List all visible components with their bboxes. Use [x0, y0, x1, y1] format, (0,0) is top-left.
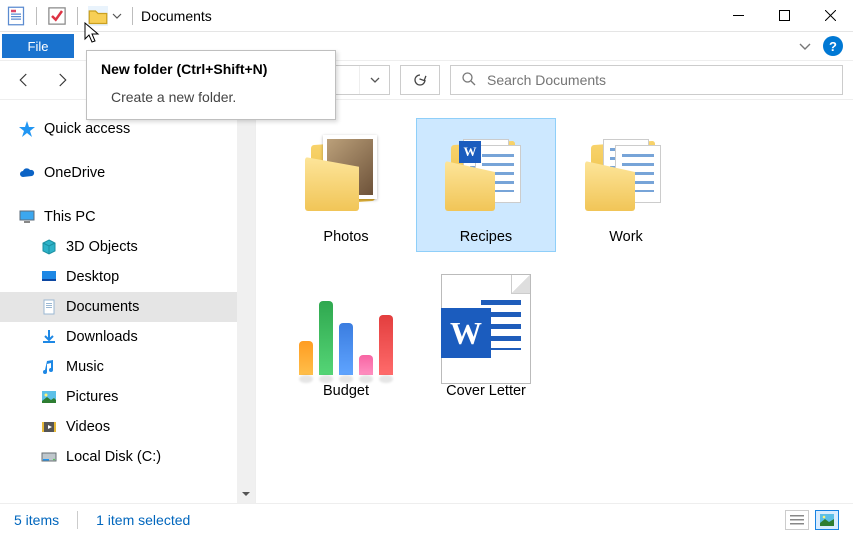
chart-icon	[296, 279, 396, 379]
thumbnails-view-button[interactable]	[815, 510, 839, 530]
item-label: Work	[609, 229, 643, 245]
video-icon	[40, 418, 58, 436]
sidebar-item-label: Desktop	[66, 269, 119, 285]
search-icon	[461, 71, 477, 90]
item-recipes[interactable]: W Recipes	[416, 118, 556, 252]
minimize-button[interactable]	[715, 0, 761, 32]
sidebar-item-downloads[interactable]: Downloads	[0, 322, 255, 352]
search-box[interactable]	[450, 65, 843, 95]
picture-icon	[40, 388, 58, 406]
folder-docs-icon: W	[436, 125, 536, 225]
desktop-icon	[40, 268, 58, 286]
monitor-icon	[18, 208, 36, 226]
qat-dropdown-icon[interactable]	[110, 6, 124, 26]
sidebar-item-label: Videos	[66, 419, 110, 435]
folder-docs-icon	[576, 125, 676, 225]
item-label: Cover Letter	[446, 383, 526, 399]
item-budget[interactable]: Budget	[276, 272, 416, 406]
scroll-down-icon[interactable]	[237, 485, 255, 503]
item-label: Recipes	[460, 229, 512, 245]
item-work[interactable]: Work	[556, 118, 696, 252]
status-item-count: 5 items	[14, 512, 59, 528]
folder-photo-icon	[296, 125, 396, 225]
details-view-button[interactable]	[785, 510, 809, 530]
sidebar-item-label: Music	[66, 359, 104, 375]
item-cover-letter[interactable]: W Cover Letter	[416, 272, 556, 406]
sidebar-scrollbar[interactable]	[237, 100, 255, 503]
word-doc-icon: W	[436, 279, 536, 379]
disk-icon	[40, 448, 58, 466]
tooltip-body: Create a new folder.	[111, 89, 321, 105]
tooltip-new-folder: New folder (Ctrl+Shift+N) Create a new f…	[86, 50, 336, 120]
sidebar-item-onedrive[interactable]: OneDrive	[0, 158, 255, 188]
sidebar-item-desktop[interactable]: Desktop	[0, 262, 255, 292]
cube-icon	[40, 238, 58, 256]
checkbox-icon-button[interactable]	[47, 6, 67, 26]
sidebar-item-label: Documents	[66, 299, 139, 315]
file-tab[interactable]: File	[2, 34, 74, 58]
content-pane: Photos W Recipes	[256, 100, 853, 503]
status-bar: 5 items 1 item selected	[0, 503, 853, 535]
new-folder-icon-button[interactable]	[88, 6, 108, 26]
sidebar-item-documents[interactable]: Documents	[0, 292, 255, 322]
sidebar-item-label: This PC	[44, 209, 96, 225]
quick-access-toolbar	[6, 6, 124, 26]
cloud-icon	[18, 164, 36, 182]
sidebar-item-local-disk[interactable]: Local Disk (C:)	[0, 442, 255, 472]
sidebar-item-label: 3D Objects	[66, 239, 138, 255]
sidebar-item-label: OneDrive	[44, 165, 105, 181]
sidebar-item-3d-objects[interactable]: 3D Objects	[0, 232, 255, 262]
music-icon	[40, 358, 58, 376]
navigation-pane: Quick access OneDrive This PC 3D Objects…	[0, 100, 256, 503]
sidebar-item-pictures[interactable]: Pictures	[0, 382, 255, 412]
document-icon	[40, 298, 58, 316]
sidebar-item-videos[interactable]: Videos	[0, 412, 255, 442]
address-dropdown-icon[interactable]	[359, 66, 389, 94]
sidebar-item-label: Quick access	[44, 121, 130, 137]
star-icon	[18, 120, 36, 138]
window-title: Documents	[141, 8, 212, 24]
close-button[interactable]	[807, 0, 853, 32]
tooltip-title: New folder (Ctrl+Shift+N)	[101, 61, 321, 77]
search-input[interactable]	[487, 72, 832, 88]
refresh-button[interactable]	[400, 65, 440, 95]
item-label: Photos	[323, 229, 368, 245]
help-button[interactable]: ?	[823, 36, 843, 56]
status-item-selected: 1 item selected	[96, 512, 190, 528]
download-icon	[40, 328, 58, 346]
properties-icon-button[interactable]	[6, 6, 26, 26]
ribbon-expand-icon[interactable]	[793, 34, 817, 58]
sidebar-item-label: Downloads	[66, 329, 138, 345]
sidebar-item-label: Pictures	[66, 389, 118, 405]
forward-button[interactable]	[48, 66, 76, 94]
back-button[interactable]	[10, 66, 38, 94]
sidebar-item-label: Local Disk (C:)	[66, 449, 161, 465]
title-bar: Documents	[0, 0, 853, 32]
maximize-button[interactable]	[761, 0, 807, 32]
sidebar-item-this-pc[interactable]: This PC	[0, 202, 255, 232]
sidebar-item-music[interactable]: Music	[0, 352, 255, 382]
item-label: Budget	[323, 383, 369, 399]
item-photos[interactable]: Photos	[276, 118, 416, 252]
